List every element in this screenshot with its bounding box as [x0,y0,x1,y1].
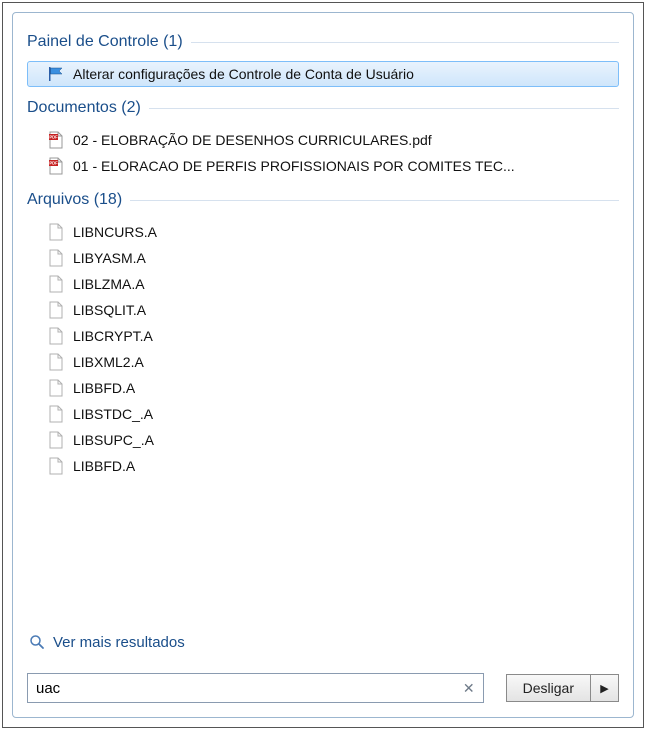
result-item[interactable]: LIBLZMA.A [27,271,619,297]
result-item[interactable]: LIBSQLIT.A [27,297,619,323]
section-header: Painel de Controle (1) [27,33,619,51]
result-item[interactable]: LIBNCURS.A [27,219,619,245]
result-list: PDF 02 - ELOBRAÇÃO DE DESENHOS CURRICULAR… [27,123,619,185]
svg-text:PDF: PDF [49,135,58,140]
result-list: Alterar configurações de Controle de Con… [27,57,619,93]
bottom-bar: ✕ Desligar ▶ [27,673,619,703]
shutdown-options-button[interactable]: ▶ [591,674,619,702]
file-icon [46,353,66,371]
flag-icon [46,65,66,83]
result-label: 02 - ELOBRAÇÃO DE DESENHOS CURRICULARES.… [73,132,432,148]
shutdown-button[interactable]: Desligar [506,674,591,702]
file-icon [46,249,66,267]
result-item[interactable]: LIBBFD.A [27,375,619,401]
result-label: LIBSUPC_.A [73,432,154,448]
result-item[interactable]: PDF 02 - ELOBRAÇÃO DE DESENHOS CURRICULAR… [27,127,619,153]
section-title: Documentos (2) [27,99,141,117]
more-results-link[interactable]: Ver mais resultados [27,633,619,651]
file-icon [46,379,66,397]
search-icon [27,633,47,651]
section-divider [191,42,619,43]
result-item[interactable]: LIBXML2.A [27,349,619,375]
more-results-label: Ver mais resultados [53,634,185,651]
result-label: LIBXML2.A [73,354,144,370]
result-label: 01 - ELORACAO DE PERFIS PROFISSIONAIS PO… [73,158,515,174]
section-divider [149,108,619,109]
search-box[interactable]: ✕ [27,673,484,703]
result-item[interactable]: PDF 01 - ELORACAO DE PERFIS PROFISSIONAIS… [27,153,619,179]
result-label: LIBBFD.A [73,458,135,474]
file-icon [46,223,66,241]
result-label: LIBYASM.A [73,250,146,266]
result-item[interactable]: Alterar configurações de Controle de Con… [27,61,619,87]
result-item[interactable]: LIBSTDC_.A [27,401,619,427]
pdf-icon: PDF [46,131,66,149]
result-item[interactable]: LIBYASM.A [27,245,619,271]
result-item[interactable]: LIBSUPC_.A [27,427,619,453]
clear-icon[interactable]: ✕ [461,680,477,697]
file-icon [46,275,66,293]
section-header: Documentos (2) [27,99,619,117]
results-container: Painel de Controle (1) Alterar configuraç… [27,27,619,619]
chevron-right-icon: ▶ [600,682,608,695]
result-item[interactable]: LIBBFD.A [27,453,619,479]
section-title: Painel de Controle (1) [27,33,183,51]
result-label: LIBLZMA.A [73,276,145,292]
file-icon [46,457,66,475]
shutdown-group: Desligar ▶ [506,674,619,702]
file-icon [46,405,66,423]
file-icon [46,431,66,449]
shutdown-label: Desligar [523,680,574,696]
file-icon [46,301,66,319]
result-label: Alterar configurações de Controle de Con… [73,66,414,82]
svg-text:PDF: PDF [49,161,58,166]
search-input[interactable] [36,680,461,697]
section-divider [130,200,619,201]
result-list: LIBNCURS.A LIBYASM.A LIBLZMA.A LIBSQLIT.A LI… [27,215,619,485]
section-title: Arquivos (18) [27,191,122,209]
file-icon [46,327,66,345]
section-header: Arquivos (18) [27,191,619,209]
result-label: LIBBFD.A [73,380,135,396]
result-label: LIBNCURS.A [73,224,157,240]
result-item[interactable]: LIBCRYPT.A [27,323,619,349]
result-label: LIBCRYPT.A [73,328,153,344]
result-label: LIBSQLIT.A [73,302,146,318]
result-label: LIBSTDC_.A [73,406,153,422]
start-menu-search-panel: Painel de Controle (1) Alterar configuraç… [12,12,634,718]
pdf-icon: PDF [46,157,66,175]
